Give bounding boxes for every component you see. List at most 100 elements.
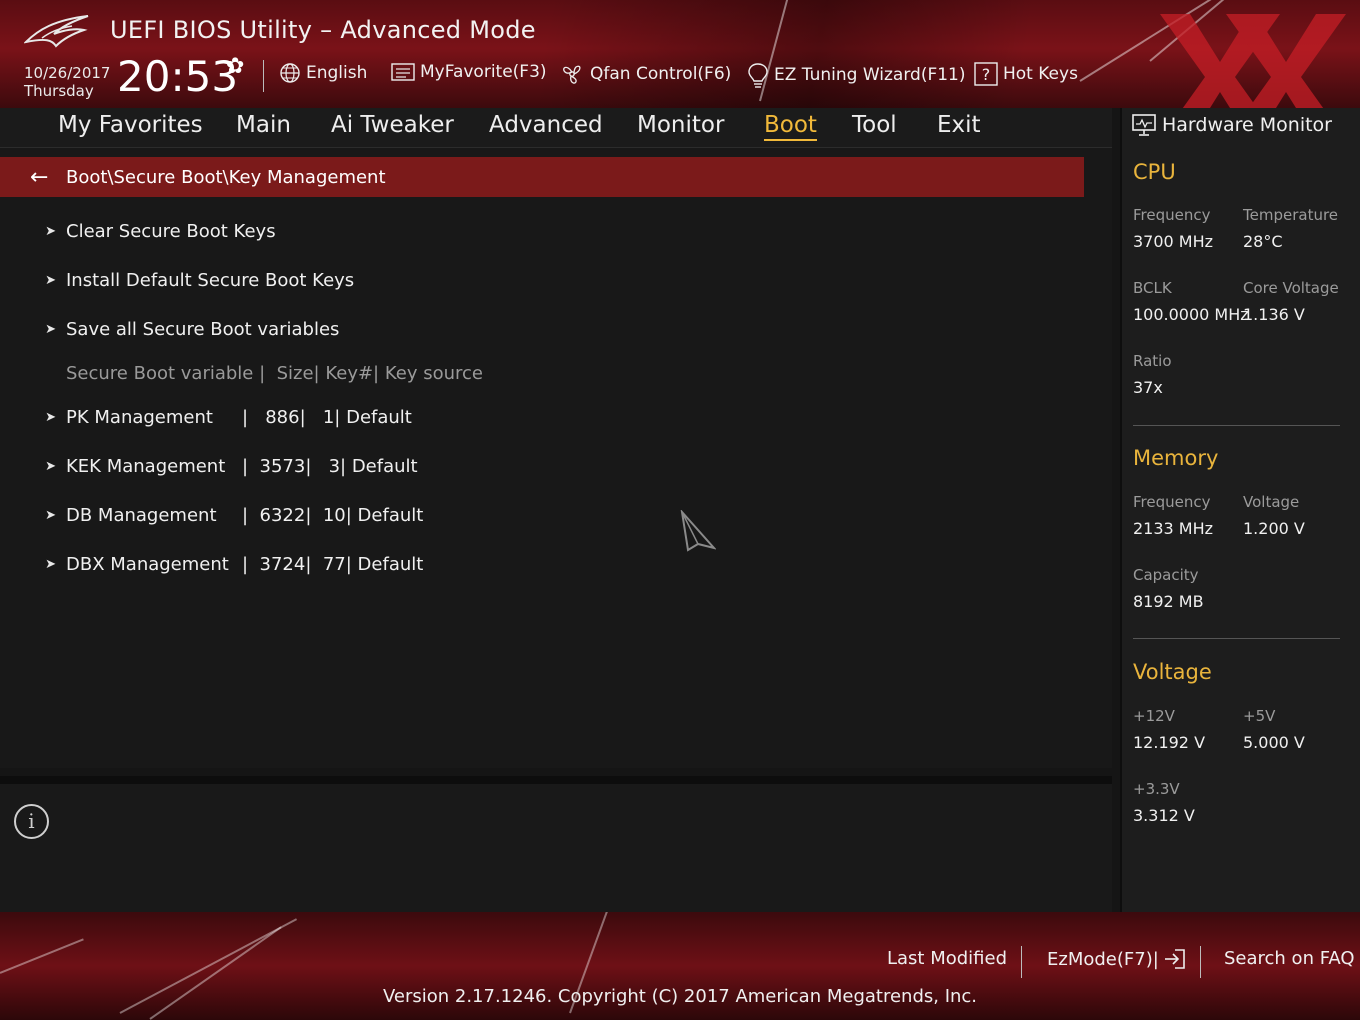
capacity-label: Capacity [1133,566,1199,584]
menu-item-label: Install Default Secure Boot Keys [66,269,355,291]
hot-keys-label: Hot Keys [1003,64,1078,84]
day-text: Thursday [24,82,94,100]
tab-advanced[interactable]: Advanced [489,112,603,138]
date-text: 10/26/2017 [24,64,111,82]
row-size: 886 [265,406,300,428]
divider [1133,425,1340,426]
list-icon [391,63,415,81]
ratio-value: 37x [1133,378,1163,397]
svg-text:?: ? [982,65,991,84]
key-management-row[interactable]: ➤ DB Management | 6322| 10| Default [0,500,423,530]
myfavorite-button[interactable]: MyFavorite(F3) [391,62,547,82]
chevron-right-icon: ➤ [45,507,56,523]
cpu-frequency-label: Frequency [1133,206,1211,224]
cpu-temperature-value: 28°C [1243,232,1283,251]
main-panel: ← Boot\Secure Boot\Key Management ➤ Clea… [0,148,1112,768]
row-key-count: 10 [322,504,346,526]
row-key-count: 1 [322,406,335,428]
last-modified-button[interactable]: Last Modified [887,948,1007,969]
lightbulb-icon [748,63,768,88]
copyright-text: Version 2.17.1246. Copyright (C) 2017 Am… [382,986,978,1007]
language-label: English [306,63,368,83]
divider [1021,946,1022,978]
language-button[interactable]: English [279,62,367,84]
last-modified-label: Last Modified [887,948,1008,969]
ez-tuning-button[interactable]: EZ Tuning Wizard(F11) [747,62,966,88]
key-management-row[interactable]: ➤ PK Management | 886| 1| Default [0,402,412,432]
hardware-monitor-panel: Hardware Monitor CPU Frequency Temperatu… [1120,108,1360,912]
tab-tool[interactable]: Tool [852,112,897,138]
row-key-source: Default [351,455,418,477]
header-bar: UEFI BIOS Utility – Advanced Mode 10/26/… [0,0,1360,108]
hot-keys-button[interactable]: ? Hot Keys [974,62,1078,86]
memory-voltage-value: 1.200 V [1243,519,1305,538]
menu-item-label: Clear Secure Boot Keys [66,220,276,242]
row-key-source: Default [346,406,412,428]
divider [1200,946,1201,978]
memory-frequency-value: 2133 MHz [1133,519,1214,538]
gear-icon[interactable]: ✿ [226,54,244,79]
qfan-button[interactable]: Qfan Control(F6) [559,62,731,86]
row-size: 6322 [259,504,306,526]
exit-arrow-icon [1164,949,1185,969]
tab-ai-tweaker[interactable]: Ai Tweaker [331,112,454,138]
tab-main[interactable]: Main [236,112,291,138]
tab-exit[interactable]: Exit [937,112,981,138]
app-title: UEFI BIOS Utility – Advanced Mode [110,16,536,44]
hardware-monitor-title: Hardware Monitor [1162,114,1332,136]
fan-icon [563,65,581,84]
menu-item-save-vars[interactable]: ➤ Save all Secure Boot variables [0,314,339,344]
row-name: DBX Management [66,553,229,575]
row-key-source: Default [357,553,424,575]
core-voltage-label: Core Voltage [1243,279,1339,297]
v12-label: +12V [1133,707,1175,725]
back-arrow-icon[interactable]: ← [30,165,58,190]
menu-item-clear-keys[interactable]: ➤ Clear Secure Boot Keys [0,216,276,246]
date-display: 10/26/2017 Thursday [24,64,110,100]
menu-item-install-keys[interactable]: ➤ Install Default Secure Boot Keys [0,265,354,295]
tab-monitor[interactable]: Monitor [637,112,724,138]
ezmode-label: EzMode(F7)| [1047,948,1159,970]
row-details: | 3573| 3| Default [242,455,418,477]
globe-icon [280,63,300,83]
ezmode-button[interactable]: EzMode(F7)| [1047,948,1187,970]
help-box-icon: ? [974,62,998,86]
tab-boot[interactable]: Boot [764,112,817,141]
v5-label: +5V [1243,707,1276,725]
key-management-row[interactable]: ➤ KEK Management | 3573| 3| Default [0,451,418,481]
row-key-source: Default [357,504,424,526]
chevron-right-icon: ➤ [45,223,56,239]
v33-label: +3.3V [1133,780,1180,798]
memory-voltage-label: Voltage [1243,493,1300,511]
row-details: | 886| 1| Default [242,406,412,428]
v12-value: 12.192 V [1133,733,1206,752]
cpu-temperature-label: Temperature [1243,206,1339,224]
divider [263,60,264,92]
table-header: Secure Boot variable | Size| Key#| Key s… [0,358,483,388]
row-name: PK Management [66,406,213,428]
divider [1133,638,1340,639]
voltage-heading: Voltage [1133,660,1212,684]
tab-my-favorites[interactable]: My Favorites [58,112,203,138]
v5-value: 5.000 V [1243,733,1305,752]
chevron-right-icon: ➤ [45,321,56,337]
menu-item-label: Save all Secure Boot variables [66,318,340,340]
row-key-count: 3 [328,455,341,477]
breadcrumb: ← Boot\Secure Boot\Key Management [0,157,1084,197]
clock-display: 20:53 [117,52,239,101]
table-header-text: Secure Boot variable | Size| Key#| Key s… [66,362,483,384]
chevron-right-icon: ➤ [45,458,56,474]
row-details: | 3724| 77| Default [242,553,424,575]
row-size: 3573 [259,455,306,477]
decor-streak [0,938,84,974]
key-management-row[interactable]: ➤ DBX Management | 3724| 77| Default [0,549,423,579]
monitor-icon [1132,114,1156,136]
search-faq-label: Search on FAQ [1224,948,1355,969]
bclk-label: BCLK [1133,279,1172,297]
help-panel: i [0,776,1112,912]
search-faq-button[interactable]: Search on FAQ [1224,948,1355,969]
row-details: | 6322| 10| Default [242,504,424,526]
chevron-right-icon: ➤ [45,272,56,288]
chevron-right-icon: ➤ [45,409,56,425]
breadcrumb-text: Boot\Secure Boot\Key Management [66,166,386,188]
